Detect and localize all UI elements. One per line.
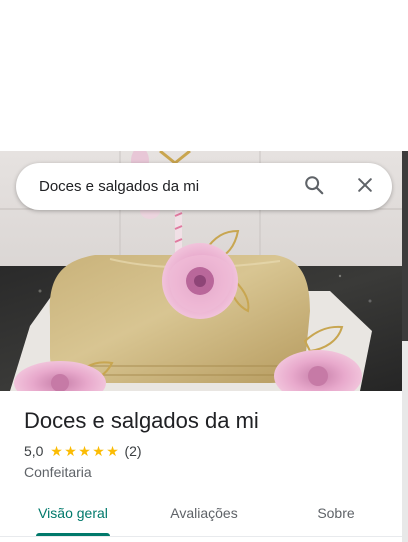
rating-stars[interactable]: ★ ★ ★ ★ ★ (49, 444, 119, 458)
tab-bar: Visão geral Avaliações Sobre (0, 496, 402, 542)
close-icon (355, 175, 375, 200)
star-icon: ★ (78, 443, 91, 459)
scrollbar-thumb[interactable] (402, 151, 408, 341)
search-button[interactable] (300, 173, 328, 201)
place-title: Doces e salgados da mi (24, 408, 259, 433)
tab-divider (0, 536, 402, 537)
search-input[interactable] (39, 178, 289, 195)
star-icon: ★ (106, 443, 119, 459)
place-category[interactable]: Confeitaria (24, 464, 92, 480)
star-icon: ★ (50, 443, 63, 459)
tab-overview[interactable]: Visão geral (24, 496, 122, 530)
tab-reviews[interactable]: Avaliações (154, 496, 254, 530)
search-icon (303, 174, 325, 201)
clear-search-button[interactable] (351, 173, 379, 201)
review-count[interactable]: (2) (124, 443, 141, 459)
star-icon: ★ (64, 443, 77, 459)
search-box[interactable] (16, 163, 392, 210)
rating-row: 5,0 ★ ★ ★ ★ ★ (2) (24, 443, 142, 459)
rating-value: 5,0 (24, 443, 44, 459)
tab-about[interactable]: Sobre (296, 496, 376, 530)
star-icon: ★ (92, 443, 105, 459)
